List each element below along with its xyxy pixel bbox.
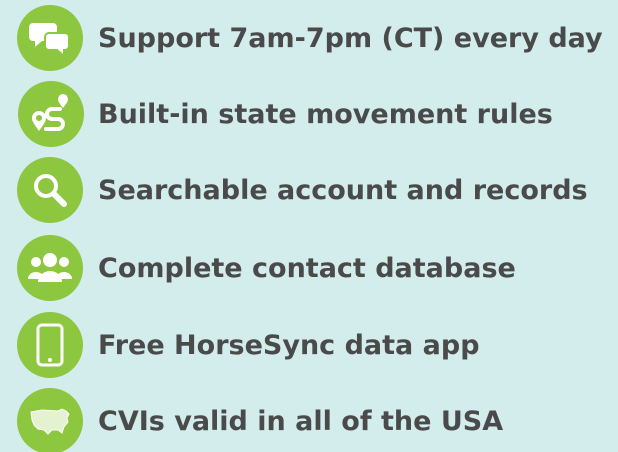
- feature-item-cvis: CVIs valid in all of the USA: [0, 388, 618, 452]
- feature-item-support: Support 7am-7pm (CT) every day: [0, 5, 618, 71]
- feature-label: Complete contact database: [98, 252, 516, 284]
- feature-label: Support 7am-7pm (CT) every day: [98, 22, 603, 54]
- feature-label: Built-in state movement rules: [98, 98, 553, 130]
- feature-list: Support 7am-7pm (CT) every day Built-in …: [0, 0, 618, 452]
- usa-map-icon: [17, 388, 83, 452]
- feature-item-movement-rules: Built-in state movement rules: [0, 81, 618, 147]
- feature-item-searchable: Searchable account and records: [0, 157, 618, 223]
- feature-label: CVIs valid in all of the USA: [98, 405, 504, 437]
- feature-item-contacts: Complete contact database: [0, 235, 618, 301]
- feature-label: Free HorseSync data app: [98, 329, 480, 361]
- magnifier-icon: [17, 157, 83, 223]
- route-pin-icon: [18, 81, 84, 147]
- chat-bubbles-icon: [17, 5, 83, 71]
- feature-item-app: Free HorseSync data app: [0, 312, 618, 378]
- feature-label: Searchable account and records: [98, 174, 588, 206]
- people-group-icon: [17, 235, 83, 301]
- smartphone-icon: [17, 312, 83, 378]
